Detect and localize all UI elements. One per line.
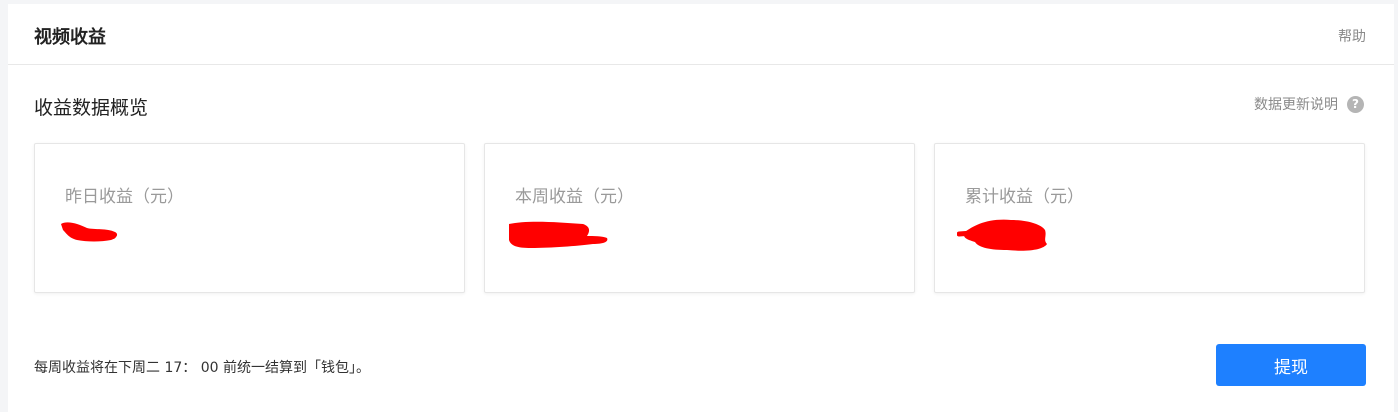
- redacted-value: [57, 216, 127, 254]
- card-label: 昨日收益（元）: [65, 187, 184, 207]
- settlement-note: 每周收益将在下周二 17： 00 前统一结算到「钱包」。: [34, 360, 370, 376]
- video-earnings-panel: 视频收益 帮助 收益数据概览 数据更新说明 ? 昨日收益（元） 本周收益（元） …: [8, 4, 1394, 412]
- overview-section-title: 收益数据概览: [34, 97, 149, 119]
- earnings-card-yesterday: 昨日收益（元）: [34, 143, 465, 293]
- card-label: 累计收益（元）: [965, 187, 1084, 207]
- page-title: 视频收益: [34, 27, 106, 48]
- redacted-value: [507, 216, 617, 254]
- card-label: 本周收益（元）: [515, 187, 634, 207]
- redacted-value: [957, 216, 1057, 254]
- question-circle-icon[interactable]: ?: [1347, 95, 1364, 113]
- data-update-note-label: 数据更新说明: [1254, 97, 1338, 113]
- panel-header: 视频收益 帮助: [8, 4, 1394, 65]
- earnings-card-this-week: 本周收益（元）: [484, 143, 915, 293]
- help-link[interactable]: 帮助: [1338, 26, 1366, 46]
- withdraw-button[interactable]: 提现: [1216, 344, 1366, 386]
- earnings-card-cumulative: 累计收益（元）: [934, 143, 1365, 293]
- data-update-note-link[interactable]: 数据更新说明 ?: [1254, 94, 1364, 114]
